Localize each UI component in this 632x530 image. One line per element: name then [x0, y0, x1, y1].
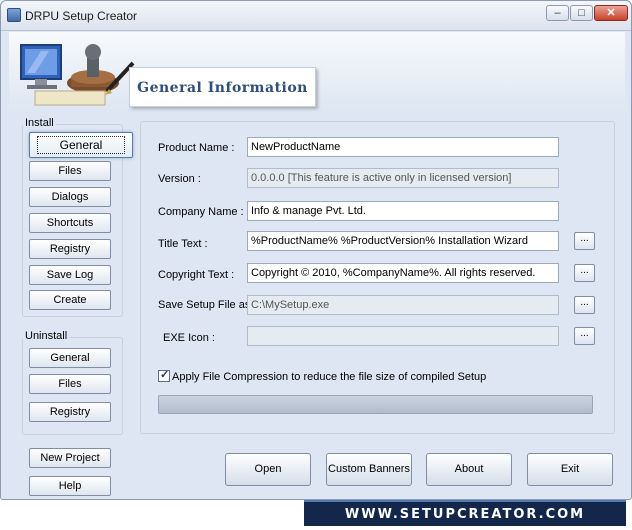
app-icon	[7, 8, 21, 22]
check-icon: ✓	[160, 369, 170, 381]
save-setup-field: C:\MySetup.exe	[247, 295, 559, 315]
install-group-label: Install	[23, 117, 56, 129]
product-name-field[interactable]: NewProductName	[247, 137, 559, 157]
section-header: General Information	[129, 67, 316, 107]
compression-checkbox[interactable]: ✓	[158, 369, 170, 382]
app-window: DRPU Setup Creator – □ ✕ General Informa…	[0, 0, 632, 500]
install-create-button[interactable]: Create	[29, 290, 111, 310]
install-dialogs-button[interactable]: Dialogs	[29, 187, 111, 207]
product-name-label: Product Name :	[158, 142, 235, 154]
close-button[interactable]: ✕	[594, 5, 628, 21]
title-text-browse-button[interactable]: ...	[574, 232, 595, 250]
install-general-button[interactable]: General	[29, 132, 133, 158]
uninstall-files-button[interactable]: Files	[29, 374, 111, 394]
help-button[interactable]: Help	[29, 476, 111, 496]
company-name-label: Company Name :	[158, 206, 244, 218]
exe-icon-label: EXE Icon :	[163, 332, 215, 344]
website-watermark: WWW.SETUPCREATOR.COM	[304, 500, 626, 526]
exe-icon-browse-button[interactable]: ...	[574, 327, 595, 345]
computer-stamp-pen-logo	[20, 44, 135, 106]
open-button[interactable]: Open	[225, 453, 311, 486]
copyright-text-browse-button[interactable]: ...	[574, 264, 595, 282]
close-icon: ✕	[606, 7, 616, 19]
install-registry-button[interactable]: Registry	[29, 239, 111, 259]
install-shortcuts-button[interactable]: Shortcuts	[29, 213, 111, 233]
copyright-text-label: Copyright Text :	[158, 269, 235, 281]
company-name-field[interactable]: Info & manage Pvt. Ltd.	[247, 201, 559, 221]
version-field: 0.0.0.0 [This feature is active only in …	[247, 168, 559, 188]
window-title: DRPU Setup Creator	[25, 9, 138, 23]
copyright-text-field[interactable]: Copyright © 2010, %CompanyName%. All rig…	[247, 263, 559, 283]
exit-button[interactable]: Exit	[527, 453, 613, 486]
title-text-field[interactable]: %ProductName% %ProductVersion% Installat…	[247, 231, 559, 251]
progress-bar	[158, 395, 593, 414]
install-files-button[interactable]: Files	[29, 161, 111, 181]
uninstall-group-label: Uninstall	[23, 330, 70, 342]
version-label: Version :	[158, 173, 201, 185]
save-setup-label: Save Setup File as :	[158, 299, 257, 311]
install-save-log-button[interactable]: Save Log	[29, 265, 111, 285]
uninstall-registry-button[interactable]: Registry	[29, 402, 111, 422]
title-bar: DRPU Setup Creator – □ ✕	[1, 1, 631, 31]
about-button[interactable]: About	[426, 453, 512, 486]
uninstall-general-button[interactable]: General	[29, 348, 111, 368]
custom-banners-button[interactable]: Custom Banners	[326, 453, 412, 486]
save-setup-browse-button[interactable]: ...	[574, 296, 595, 314]
maximize-icon: □	[578, 7, 585, 19]
install-general-label: General	[36, 136, 126, 154]
new-project-button[interactable]: New Project	[29, 448, 111, 468]
minimize-icon: –	[554, 7, 561, 19]
minimize-button[interactable]: –	[546, 5, 569, 21]
title-text-label: Title Text :	[158, 238, 208, 250]
maximize-button[interactable]: □	[570, 5, 593, 21]
compression-label[interactable]: Apply File Compression to reduce the fil…	[172, 371, 486, 383]
section-title: General Information	[137, 80, 308, 96]
exe-icon-field	[247, 326, 559, 346]
